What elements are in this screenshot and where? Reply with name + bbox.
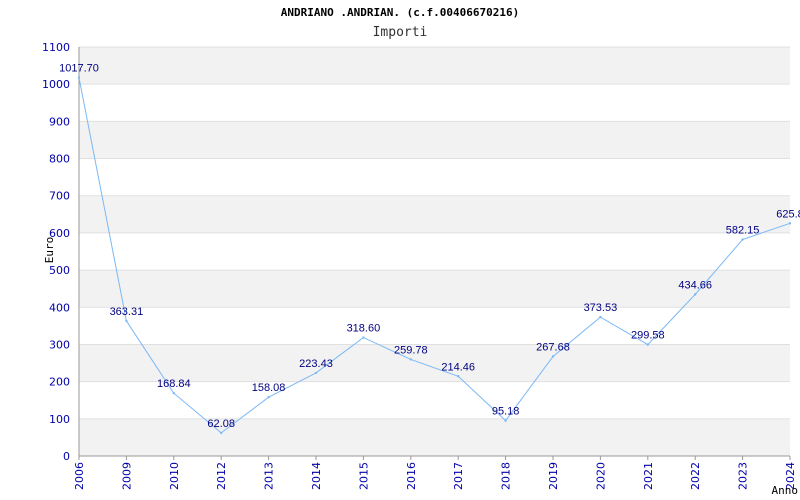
y-tick-label: 200 [49, 376, 70, 389]
data-point [220, 431, 223, 435]
x-tick-label: 2010 [168, 462, 181, 490]
grid-band [79, 121, 790, 159]
grid-band [79, 418, 790, 456]
grid-band [79, 195, 790, 233]
data-label: 373.53 [584, 302, 618, 314]
x-tick-label: 2020 [594, 462, 607, 490]
data-point [551, 355, 555, 358]
data-label: 582.15 [726, 225, 760, 237]
data-label: 363.31 [110, 306, 144, 318]
y-tick-label: 1000 [42, 78, 70, 91]
data-point [267, 396, 270, 399]
x-tick-label: 2013 [263, 462, 276, 490]
y-axis-label: Euro [43, 237, 56, 264]
x-tick-label: 2012 [215, 462, 228, 490]
x-tick-label: 2006 [73, 462, 86, 490]
data-point [125, 319, 128, 323]
data-label: 95.18 [492, 406, 520, 418]
data-point [788, 222, 792, 225]
y-tick-label: 100 [49, 413, 70, 426]
x-tick-label: 2015 [357, 462, 370, 490]
y-tick-label: 400 [49, 301, 70, 314]
data-label: 267.68 [536, 341, 570, 353]
x-tick-label: 2016 [405, 462, 418, 490]
data-label: 214.46 [441, 361, 475, 373]
y-tick-label: 500 [49, 264, 70, 277]
data-point [504, 419, 507, 422]
y-tick-label: 800 [49, 153, 70, 166]
data-label: 158.08 [252, 382, 286, 394]
y-tick-label: 0 [63, 450, 70, 463]
data-label: 259.78 [394, 344, 428, 356]
data-point [599, 315, 602, 319]
x-tick-label: 2021 [642, 462, 655, 490]
y-tick-label: 300 [49, 338, 70, 351]
x-tick-label: 2018 [500, 462, 513, 490]
x-tick-label: 2023 [737, 462, 750, 490]
data-label: 318.60 [347, 323, 381, 335]
data-point [409, 358, 412, 361]
x-tick-label: 2019 [547, 462, 560, 490]
x-tick-label: 2017 [452, 462, 465, 490]
y-tick-label: 700 [49, 190, 70, 203]
x-tick-label: 2014 [310, 462, 323, 490]
x-tick-label: 2022 [689, 462, 702, 490]
x-axis-label: Anno [772, 484, 799, 497]
x-tick-label: 2009 [120, 462, 133, 490]
data-label: 299.58 [631, 330, 665, 342]
data-point [362, 336, 365, 339]
data-point [694, 293, 697, 296]
grid-band [79, 47, 790, 85]
data-point [172, 392, 175, 395]
data-point [646, 343, 649, 346]
y-tick-label: 1100 [42, 41, 70, 54]
y-tick-label: 900 [49, 115, 70, 128]
data-point [741, 238, 744, 241]
data-label: 625.8 [776, 208, 800, 220]
data-point [314, 371, 318, 375]
data-point [457, 375, 460, 378]
grid-band [79, 344, 790, 382]
data-label: 1017.70 [59, 63, 99, 75]
data-point [77, 76, 81, 79]
data-label: 434.66 [678, 279, 712, 291]
data-label: 168.84 [157, 378, 191, 390]
data-label: 62.08 [207, 418, 235, 430]
data-label: 223.43 [299, 358, 333, 370]
line-chart: 010020030040050060070080090010001100 200… [42, 41, 800, 497]
